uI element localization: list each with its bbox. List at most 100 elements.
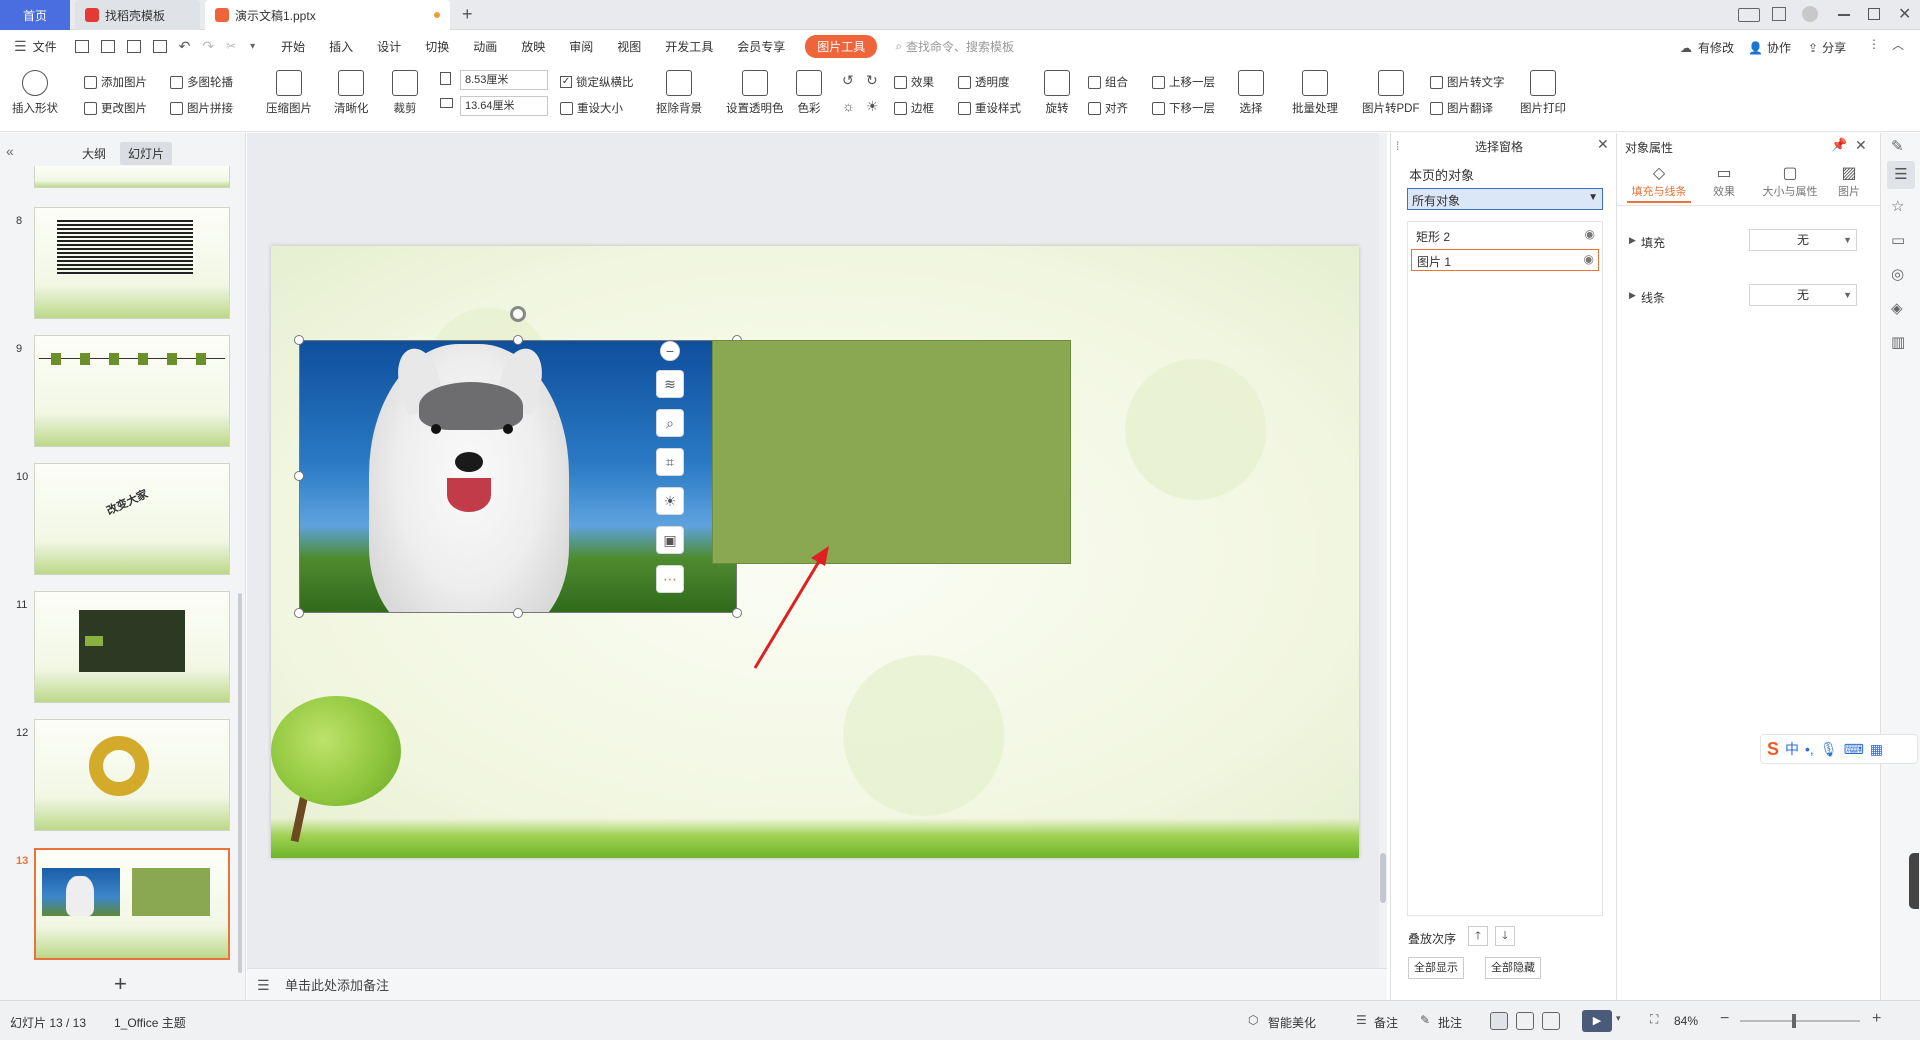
multi-carousel-button[interactable]: 多图轮播 <box>170 74 233 90</box>
sorter-view-icon[interactable] <box>1516 1012 1534 1030</box>
rotate-button[interactable]: 旋转 <box>1044 70 1070 116</box>
width-field[interactable]: 13.64厘米 <box>460 96 548 116</box>
tab-effects[interactable]: ▭ 效果 <box>1699 163 1749 199</box>
tab-document[interactable]: 演示文稿1.pptx <box>205 0 450 30</box>
expand-fill-icon[interactable]: ▶ <box>1629 235 1636 246</box>
layout-icon[interactable] <box>1738 8 1760 22</box>
object-filter-dropdown[interactable]: 所有对象 ▼ <box>1407 188 1603 210</box>
resize-handle-n[interactable] <box>513 335 523 345</box>
preview-icon[interactable] <box>152 39 167 53</box>
thumbnail-scrollbar[interactable] <box>238 593 242 973</box>
menu-animation[interactable]: 动画 <box>461 38 509 55</box>
add-picture-button[interactable]: 添加图片 <box>84 74 147 90</box>
hamburger-icon[interactable]: ☰ <box>14 38 27 55</box>
sharpen-button[interactable]: 清晰化 <box>334 70 369 116</box>
image-ocr-icon[interactable]: ▣ <box>656 526 684 554</box>
reset-size-button[interactable]: 重设大小 <box>560 100 623 116</box>
notes-toggle-button[interactable]: 备注 <box>1374 1014 1398 1031</box>
play-slideshow-button[interactable]: ▶ <box>1582 1010 1612 1032</box>
comments-button[interactable]: 批注 <box>1438 1014 1462 1031</box>
tab-slides[interactable]: 幻灯片 <box>120 142 173 165</box>
format-painter-icon[interactable]: ✂ <box>226 39 236 53</box>
ime-punct-icon[interactable]: •, <box>1805 741 1814 757</box>
idea-icon[interactable]: ☀ <box>656 487 684 515</box>
minimize-icon[interactable] <box>1838 14 1850 16</box>
tab-size-properties[interactable]: ▢ 大小与属性 <box>1755 163 1825 199</box>
slide-thumbnail-10[interactable]: 改变大家 <box>34 463 230 575</box>
eye-icon[interactable]: ◉ <box>1585 227 1595 241</box>
resize-handle-s[interactable] <box>513 608 523 618</box>
slide-thumbnail-12[interactable] <box>34 719 230 831</box>
to-text-button[interactable]: 图片转文字 <box>1430 74 1505 90</box>
scroll-thumb[interactable] <box>1380 853 1386 903</box>
add-slide-button[interactable]: + <box>114 971 127 997</box>
change-picture-button[interactable]: 更改图片 <box>84 100 147 116</box>
green-rectangle[interactable] <box>712 340 1071 564</box>
to-pdf-button[interactable]: 图片转PDF <box>1362 70 1420 116</box>
keyboard-icon[interactable]: ⌨ <box>1844 741 1864 758</box>
zoom-slider-thumb[interactable] <box>1792 1014 1796 1028</box>
location-icon[interactable]: ◈ <box>1891 299 1903 317</box>
file-menu[interactable]: 文件 <box>27 38 69 55</box>
beautify-button[interactable]: 智能美化 <box>1268 1014 1316 1031</box>
lock-ratio-checkbox[interactable]: ✓ 锁定纵横比 <box>560 74 634 90</box>
zoom-icon[interactable]: ⌕ <box>656 409 684 437</box>
slide-thumbnail-13[interactable] <box>34 848 230 960</box>
property-pane-close-icon[interactable]: ✕ <box>1855 137 1867 154</box>
fit-window-icon[interactable]: ⛶ <box>1650 1012 1658 1027</box>
apps-icon[interactable]: ▦ <box>1870 741 1883 758</box>
rotate-right-icon[interactable]: ↻ <box>866 72 878 89</box>
magic-icon[interactable]: ✎ <box>1891 137 1911 157</box>
star-icon[interactable]: ☆ <box>1891 197 1904 215</box>
menu-design[interactable]: 设计 <box>365 38 413 55</box>
menu-developer[interactable]: 开发工具 <box>653 38 725 55</box>
move-down-button[interactable]: 🡓 <box>1495 926 1515 946</box>
send-backward-button[interactable]: 下移一层 <box>1152 100 1215 116</box>
rotate-handle-icon[interactable] <box>510 306 526 322</box>
brightness-up-icon[interactable]: ☀ <box>866 98 879 115</box>
menu-slideshow[interactable]: 放映 <box>509 38 557 55</box>
tab-picture[interactable]: ▨ 图片 <box>1829 163 1869 199</box>
normal-view-icon[interactable] <box>1490 1012 1508 1030</box>
print-button[interactable]: 图片打印 <box>1520 70 1566 116</box>
vertical-scrollbar[interactable] <box>1379 133 1387 968</box>
reset-style-button[interactable]: 重设样式 <box>958 100 1021 116</box>
play-options-chevron-icon[interactable]: ▾ <box>1616 1013 1621 1024</box>
transparency-button[interactable]: 透明度 <box>958 74 1010 90</box>
tab-fill-line[interactable]: ◇ 填充与线条 <box>1627 163 1691 203</box>
more-icon[interactable]: ⋮ <box>1868 37 1880 51</box>
zoom-slider[interactable] <box>1740 1020 1860 1022</box>
insert-shape-button[interactable]: 插入形状 <box>12 70 58 116</box>
ime-toolbar[interactable]: S 中 •, 🎙 ⌨ ▦ <box>1760 734 1918 764</box>
layers-icon[interactable]: ≋ <box>656 370 684 398</box>
hide-all-button[interactable]: 全部隐藏 <box>1485 957 1541 979</box>
restore-icon[interactable] <box>1868 8 1880 20</box>
selection-pane-close-icon[interactable]: ✕ <box>1597 136 1609 153</box>
crop-float-icon[interactable]: ⌗ <box>656 448 684 476</box>
pin-icon[interactable]: 📌 <box>1831 137 1847 153</box>
brightness-down-icon[interactable]: ☼ <box>842 98 855 114</box>
tab-home[interactable]: 首页 <box>0 0 70 30</box>
new-tab-button[interactable]: + <box>462 4 473 25</box>
notes-placeholder[interactable]: 单击此处添加备注 <box>285 975 389 994</box>
bring-forward-button[interactable]: 上移一层 <box>1152 74 1215 90</box>
batch-button[interactable]: 批量处理 <box>1292 70 1338 116</box>
height-field[interactable]: 8.53厘米 <box>460 70 548 90</box>
side-handle[interactable] <box>1909 853 1919 909</box>
line-dropdown[interactable]: 无 ▼ <box>1749 284 1857 306</box>
select-button[interactable]: 选择 <box>1238 70 1264 116</box>
undo-icon[interactable]: ↶ <box>179 38 191 55</box>
redo-icon[interactable]: ↷ <box>202 38 214 55</box>
set-transparent-button[interactable]: 设置透明色 <box>726 70 784 116</box>
rotate-left-icon[interactable]: ↺ <box>842 72 854 89</box>
zoom-in-button[interactable]: + <box>1872 1010 1881 1028</box>
slide-thumbnail-8[interactable] <box>34 207 230 319</box>
menu-start[interactable]: 开始 <box>269 38 317 55</box>
slide-thumbnail-7[interactable] <box>34 166 230 188</box>
menu-view[interactable]: 视图 <box>605 38 653 55</box>
object-item-rect2[interactable]: 矩形 2 ◉ <box>1411 225 1599 245</box>
slide-canvas[interactable]: − ≋ ⌕ ⌗ ☀ ▣ ⋯ <box>271 246 1359 858</box>
collapse-ribbon-icon[interactable]: ︿ <box>1892 36 1904 53</box>
reading-view-icon[interactable] <box>1542 1012 1560 1030</box>
has-changes-button[interactable]: 有修改 <box>1698 39 1734 56</box>
